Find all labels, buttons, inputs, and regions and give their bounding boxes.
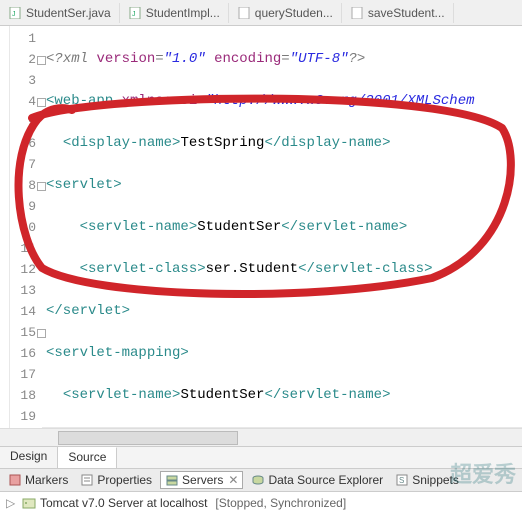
view-label: Data Source Explorer [268,473,383,487]
code-line: <url-pattern>/StudentSer</url-pattern> [42,427,522,428]
server-name: Tomcat v7.0 Server at localhost [40,496,207,510]
view-label: Properties [97,473,152,487]
server-row[interactable]: ▷ Tomcat v7.0 Server at localhost [Stopp… [0,492,522,514]
svg-text:J: J [132,11,136,18]
code-line: <servlet-mapping> [42,343,522,364]
view-properties[interactable]: Properties [76,472,156,488]
line-number: 18 [10,385,36,406]
line-number: 6 [10,133,36,154]
line-number: 8 [10,175,36,196]
code-line: <?xml version="1.0" encoding="UTF-8"?> [42,49,522,70]
editor-tabs: J StudentSer.java J StudentImpl... query… [0,0,522,26]
line-number: 4 [10,91,36,112]
tab-savestudent[interactable]: saveStudent... [342,3,454,23]
line-number: 1 [10,28,36,49]
tab-label: StudentSer.java [26,6,111,20]
view-label: Markers [25,473,68,487]
java-file-icon: J [8,6,22,20]
view-label: Servers [182,473,223,487]
tab-label: saveStudent... [368,6,445,20]
line-number: 11 [10,238,36,259]
servers-icon [165,473,179,487]
tab-label: queryStuden... [255,6,333,20]
editor-mode-tabs: Design Source [0,446,522,468]
line-number: 9 [10,196,36,217]
markers-icon [8,473,22,487]
code-line: <servlet-name>StudentSer</servlet-name> [42,385,522,406]
server-status: [Stopped, Synchronized] [215,496,346,510]
code-line: <display-name>TestSpring</display-name> [42,133,522,154]
tab-studentimpl[interactable]: J StudentImpl... [120,3,229,23]
line-number: 16 [10,343,36,364]
code-line: </servlet> [42,301,522,322]
fold-bar [0,26,10,428]
line-number: 14 [10,301,36,322]
view-servers[interactable]: Servers ✕ [160,471,243,489]
tab-studentser[interactable]: J StudentSer.java [0,3,120,23]
svg-text:J: J [12,11,16,18]
tab-source[interactable]: Source [58,447,117,468]
line-gutter: 1 2 3 4 5 6 7 8 9 10 11 12 13 14 15 16 1… [10,26,42,428]
line-number: 19 [10,406,36,427]
line-number: 12 [10,259,36,280]
file-icon [350,6,364,20]
code-area[interactable]: <?xml version="1.0" encoding="UTF-8"?> <… [42,26,522,428]
code-line: <servlet> [42,175,522,196]
properties-icon [80,473,94,487]
tab-label: StudentImpl... [146,6,220,20]
line-number: 13 [10,280,36,301]
expand-arrow-icon[interactable]: ▷ [6,496,18,510]
snippets-icon: S [395,473,409,487]
file-icon [237,6,251,20]
scroll-thumb[interactable] [58,431,238,445]
tomcat-icon [22,496,36,510]
tab-design[interactable]: Design [0,447,58,468]
code-line: <web-app xmlns:xsi="http://www.w3.org/20… [42,91,522,112]
view-datasource[interactable]: Data Source Explorer [247,472,387,488]
views-bar: Markers Properties Servers ✕ Data Source… [0,468,522,492]
close-icon[interactable]: ✕ [228,473,238,487]
code-line: <servlet-name>StudentSer</servlet-name> [42,217,522,238]
code-line: <servlet-class>ser.Student</servlet-clas… [42,259,522,280]
line-number: 10 [10,217,36,238]
line-number: 17 [10,364,36,385]
datasource-icon [251,473,265,487]
line-number: 5 [10,112,36,133]
code-editor[interactable]: 1 2 3 4 5 6 7 8 9 10 11 12 13 14 15 16 1… [0,26,522,428]
view-markers[interactable]: Markers [4,472,72,488]
view-label: Snippets [412,473,459,487]
line-number: 2 [10,49,36,70]
view-snippets[interactable]: S Snippets [391,472,463,488]
horizontal-scrollbar[interactable] [0,428,522,446]
line-number: 15 [10,322,36,343]
tab-querystudent[interactable]: queryStuden... [229,3,342,23]
java-file-icon: J [128,6,142,20]
line-number: 3 [10,70,36,91]
svg-text:S: S [399,476,404,485]
line-number: 7 [10,154,36,175]
